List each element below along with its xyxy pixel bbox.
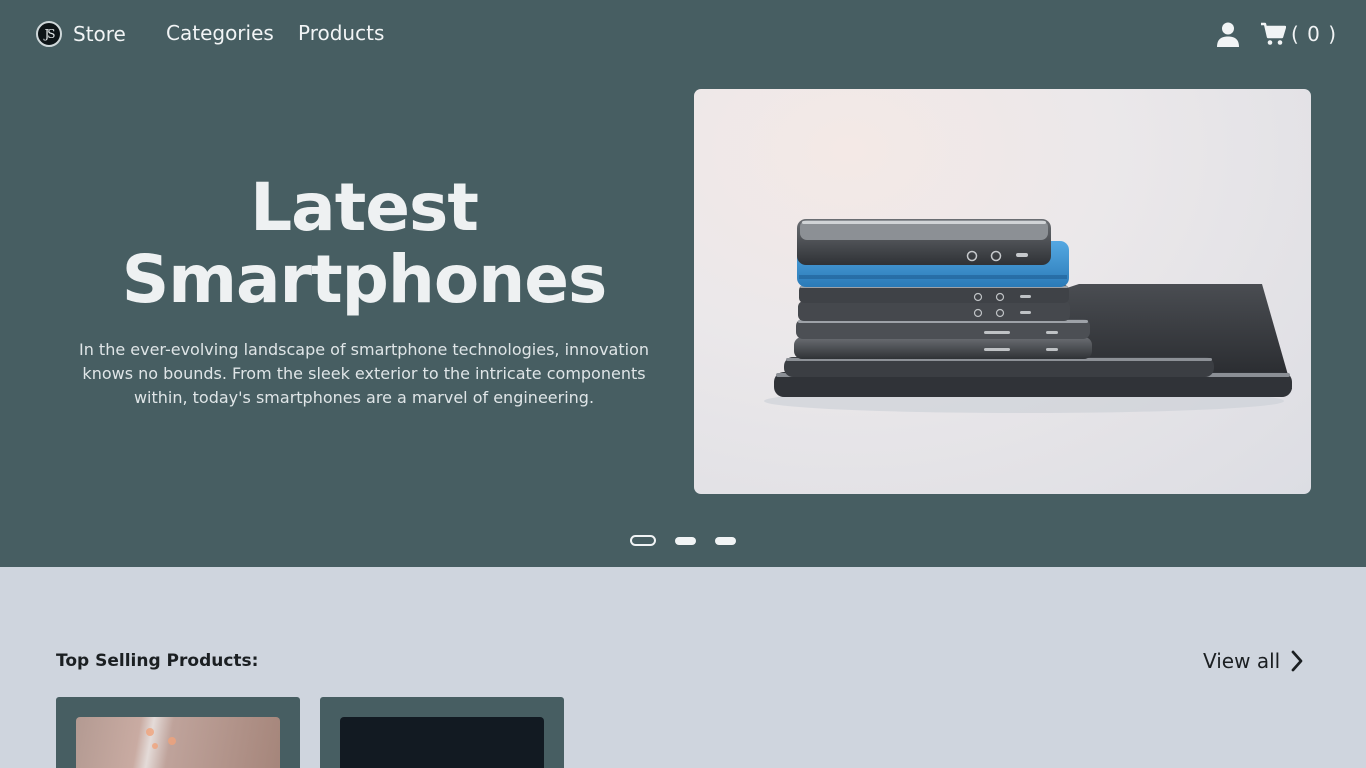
product-card[interactable] xyxy=(56,697,300,768)
hero-description: In the ever-evolving landscape of smartp… xyxy=(78,340,650,407)
chevron-right-icon xyxy=(1291,650,1303,672)
hero-title-line-1: Latest xyxy=(250,169,479,246)
cart-icon xyxy=(1261,22,1286,45)
cart-count: ( 0 ) xyxy=(1291,22,1338,46)
nav-link-categories[interactable]: Categories xyxy=(166,21,274,45)
product-image xyxy=(76,717,280,768)
carousel-indicators xyxy=(630,535,740,547)
hero-image-stacked-smartphones xyxy=(694,89,1311,494)
top-selling-title: Top Selling Products: xyxy=(56,651,259,671)
hero-title: Latest Smartphones xyxy=(60,172,668,316)
top-navbar: JS Store Categories Products ( 0 ) xyxy=(0,0,1366,70)
carousel-dot-3[interactable] xyxy=(715,537,736,545)
user-icon xyxy=(1217,22,1239,47)
user-account-button[interactable] xyxy=(1215,21,1241,47)
product-image xyxy=(340,717,544,768)
brand-logo-icon: JS xyxy=(36,21,62,47)
product-card[interactable] xyxy=(320,697,564,768)
hero-title-line-2: Smartphones xyxy=(121,241,608,318)
smartphones-illustration xyxy=(764,219,1292,413)
hero-banner: JS Store Categories Products ( 0 ) Lates… xyxy=(0,0,1366,567)
hero-text-block: Latest Smartphones In the ever-evolving … xyxy=(60,172,668,410)
carousel-dot-2[interactable] xyxy=(675,537,696,545)
brand-home-link[interactable]: JS Store xyxy=(36,20,126,48)
carousel-dot-1-active[interactable] xyxy=(630,535,656,546)
view-all-link[interactable]: View all xyxy=(1203,649,1304,673)
nav-link-products[interactable]: Products xyxy=(298,21,384,45)
cart-button[interactable]: ( 0 ) xyxy=(1261,20,1337,48)
brand-name: Store xyxy=(73,22,126,46)
view-all-label: View all xyxy=(1203,649,1281,673)
